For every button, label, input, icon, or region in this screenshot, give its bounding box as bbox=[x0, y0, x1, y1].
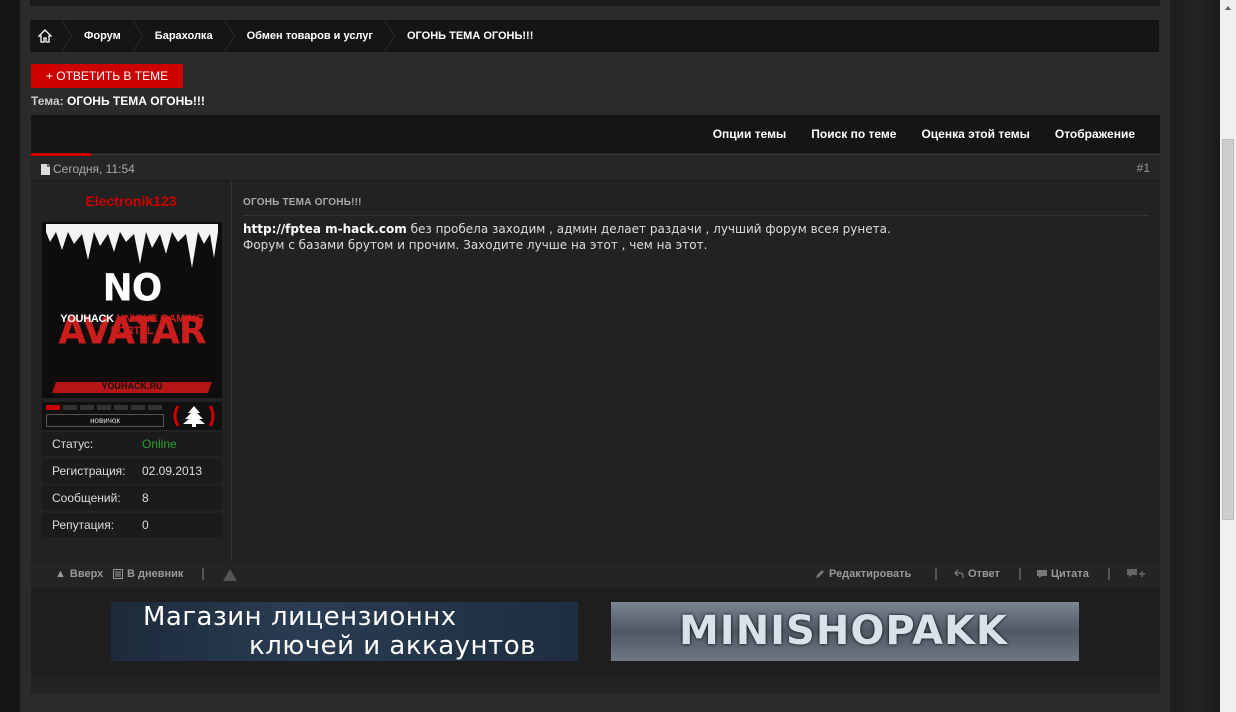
vertical-scrollbar[interactable] bbox=[1220, 0, 1236, 712]
stat-value: 0 bbox=[142, 518, 149, 532]
reply-in-topic-button[interactable]: + ОТВЕТИТЬ В ТЕМЕ bbox=[31, 64, 183, 88]
rate-thread-menu[interactable]: Оценка этой темы bbox=[921, 127, 1029, 141]
reply-arrow-icon bbox=[954, 569, 964, 578]
post-body: ОГОНЬ ТЕМА ОГОНЬ!!! http://fptea m-hack.… bbox=[232, 181, 1160, 561]
footer-separator bbox=[935, 568, 937, 580]
minishopakk-banner[interactable]: MINISHOPAKK bbox=[611, 602, 1079, 661]
stat-label: Репутация: bbox=[52, 518, 115, 532]
post-number-link[interactable]: #1 bbox=[1137, 161, 1150, 175]
topic-label: Тема: bbox=[31, 94, 64, 108]
up-arrow-icon: ▲ bbox=[55, 568, 66, 580]
rank-segment bbox=[80, 405, 94, 410]
pencil-icon bbox=[816, 570, 824, 578]
edit-post-button[interactable]: Редактировать bbox=[815, 568, 911, 580]
post-line-1: http://fptea m-hack.com без пробела захо… bbox=[243, 221, 891, 237]
scrollbar-thumb[interactable] bbox=[1222, 139, 1234, 520]
stat-value: 02.09.2013 bbox=[142, 464, 203, 478]
rank-segment bbox=[46, 405, 60, 410]
post-date-text: Сегодня, 11:54 bbox=[53, 162, 135, 176]
rank-segment bbox=[131, 405, 145, 410]
rank-segment bbox=[114, 405, 128, 410]
document-icon bbox=[41, 163, 50, 175]
scroll-up-arrow-icon[interactable] bbox=[1220, 0, 1236, 16]
diary-icon bbox=[113, 569, 123, 579]
post-title-divider bbox=[243, 215, 1149, 216]
breadcrumb: Форум Барахолка Обмен товаров и услуг ОГ… bbox=[30, 20, 1159, 52]
reply-post-button[interactable]: Ответ bbox=[954, 568, 1000, 580]
post-content: http://fptea m-hack.com без пробела захо… bbox=[243, 221, 891, 253]
home-icon bbox=[38, 29, 52, 43]
banner-text: MINISHOPAKK bbox=[679, 608, 1008, 654]
search-thread-menu[interactable]: Поиск по теме bbox=[811, 127, 896, 141]
ad-banners: Магазин лицензионнх ключей и аккаунтов M… bbox=[31, 588, 1160, 678]
topic-name: ОГОНЬ ТЕМА ОГОНЬ!!! bbox=[66, 94, 205, 108]
post-text: без пробела заходим , админ делает разда… bbox=[406, 222, 891, 236]
breadcrumb-flea-market[interactable]: Барахолка bbox=[143, 20, 235, 52]
stat-row-registration: Регистрация: 02.09.2013 bbox=[42, 459, 222, 483]
stat-row-messages: Сообщений: 8 bbox=[42, 486, 222, 510]
report-warning-icon[interactable] bbox=[223, 569, 237, 581]
stat-label: Регистрация: bbox=[52, 464, 126, 478]
breadcrumb-exchange[interactable]: Обмен товаров и услуг bbox=[235, 20, 396, 52]
breadcrumb-home[interactable] bbox=[30, 20, 72, 52]
page-right-background bbox=[1170, 0, 1220, 712]
stat-row-reputation: Репутация: 0 bbox=[42, 513, 222, 537]
stat-label: Сообщений: bbox=[52, 491, 121, 505]
avatar-subtitle: YOUHACK UNIQUE GAMING PORTAL bbox=[60, 313, 204, 337]
rank-badge: новичок bbox=[42, 402, 222, 430]
rank-label: новичок bbox=[46, 414, 164, 427]
user-stats: Статус: Online Регистрация: 02.09.2013 С… bbox=[42, 432, 222, 540]
rank-segment bbox=[63, 405, 77, 410]
footer-separator bbox=[1108, 568, 1110, 580]
icicles-graphic bbox=[46, 224, 218, 268]
multi-quote-icon bbox=[1127, 569, 1145, 577]
quote-icon bbox=[1037, 570, 1047, 578]
stat-value: 8 bbox=[142, 491, 149, 505]
rank-segment bbox=[97, 405, 111, 410]
footer-separator bbox=[1019, 568, 1021, 580]
scroll-top-button[interactable]: ▲ Вверх bbox=[55, 568, 103, 580]
top-bar bbox=[30, 0, 1160, 6]
thread-toolbar: Опции темы Поиск по теме Оценка этой тем… bbox=[31, 115, 1160, 153]
post-footer: ▲ Вверх В дневник Редактировать Ответ Цит… bbox=[31, 561, 1160, 588]
post-header: Сегодня, 11:54 #1 bbox=[31, 156, 1160, 181]
breadcrumb-current: ОГОНЬ ТЕМА ОГОНЬ!!! bbox=[407, 30, 534, 42]
banner-line-2: ключей и аккаунтов bbox=[249, 631, 536, 661]
add-to-diary-button[interactable]: В дневник bbox=[113, 568, 183, 580]
post-title: ОГОНЬ ТЕМА ОГОНЬ!!! bbox=[243, 197, 362, 208]
avatar-title: NO AVATAR bbox=[58, 266, 206, 354]
multi-quote-button[interactable] bbox=[1127, 568, 1145, 578]
topic-title: Тема: ОГОНЬ ТЕМА ОГОНЬ!!! bbox=[31, 94, 205, 108]
post-date: Сегодня, 11:54 bbox=[41, 162, 135, 176]
avatar[interactable]: NO AVATAR YOUHACK UNIQUE GAMING PORTAL Y… bbox=[42, 222, 222, 398]
post-line-2: Форум с базами брутом и прочим. Заходите… bbox=[243, 238, 708, 252]
stat-label: Статус: bbox=[52, 437, 94, 451]
forum-container: Форум Барахолка Обмен товаров и услуг ОГ… bbox=[20, 0, 1170, 712]
rank-segment bbox=[148, 405, 162, 410]
breadcrumb-forum[interactable]: Форум bbox=[72, 20, 143, 52]
quote-post-button[interactable]: Цитата bbox=[1037, 568, 1089, 580]
stat-value-online: Online bbox=[142, 437, 177, 451]
display-mode-menu[interactable]: Отображение bbox=[1055, 127, 1135, 141]
thread-options-menu[interactable]: Опции темы bbox=[713, 127, 787, 141]
user-info-column: Electronik123 NO AVATAR YOUHACK UNIQUE G… bbox=[31, 181, 232, 561]
post-link[interactable]: http://fptea m-hack.com bbox=[243, 222, 407, 236]
christmas-tree-icon bbox=[173, 405, 215, 427]
stat-row-status: Статус: Online bbox=[42, 432, 222, 456]
license-shop-banner[interactable]: Магазин лицензионнх ключей и аккаунтов bbox=[111, 602, 578, 661]
post-panel: Опции темы Поиск по теме Оценка этой тем… bbox=[31, 115, 1160, 693]
page-left-background bbox=[0, 0, 20, 712]
avatar-site: YOUHACK.RU bbox=[101, 381, 163, 391]
footer-separator bbox=[202, 568, 204, 580]
username-link[interactable]: Electronik123 bbox=[31, 193, 231, 209]
banner-line-1: Магазин лицензионнх bbox=[143, 602, 457, 632]
